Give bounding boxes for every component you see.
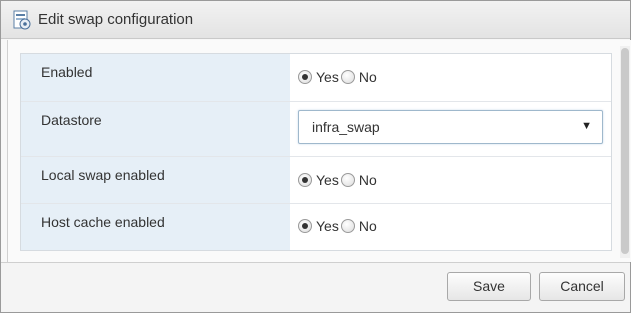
enabled-no-radio[interactable] <box>340 70 355 84</box>
host-cache-no-label[interactable]: No <box>359 218 377 234</box>
dropdown-arrow-icon[interactable]: ▼ <box>581 120 592 132</box>
form-row-datastore: Datastore infra_swap ▼ <box>21 102 611 157</box>
local-swap-yes-label[interactable]: Yes <box>316 172 339 188</box>
form-row-enabled: Enabled Yes No <box>21 54 611 102</box>
enabled-radio-group: Yes No <box>298 68 379 86</box>
swap-settings-form: Enabled Yes No Datastore infra_swap ▼ Lo… <box>20 53 612 251</box>
cancel-button[interactable]: Cancel <box>539 272 625 301</box>
dialog-body: Enabled Yes No Datastore infra_swap ▼ Lo… <box>7 40 631 262</box>
enabled-yes-label[interactable]: Yes <box>316 69 339 85</box>
enabled-yes-radio[interactable] <box>298 70 312 84</box>
edit-swap-dialog: Edit swap configuration Enabled Yes No D… <box>0 0 631 313</box>
local-swap-radio-group: Yes No <box>298 171 379 189</box>
field-label-host-cache: Host cache enabled <box>21 204 290 250</box>
host-cache-yes-radio[interactable] <box>298 219 312 233</box>
scrollbar-thumb[interactable] <box>621 48 629 254</box>
host-cache-no-radio[interactable] <box>340 219 355 233</box>
local-swap-no-radio[interactable] <box>340 173 355 187</box>
save-button[interactable]: Save <box>447 272 531 301</box>
local-swap-yes-radio[interactable] <box>298 173 312 187</box>
dialog-footer: Save Cancel <box>1 262 630 312</box>
field-label-local-swap: Local swap enabled <box>21 157 290 203</box>
host-cache-yes-label[interactable]: Yes <box>316 218 339 234</box>
enabled-no-label[interactable]: No <box>359 69 377 85</box>
form-row-local-swap: Local swap enabled Yes No <box>21 157 611 204</box>
datastore-select-value: infra_swap <box>312 119 380 135</box>
field-label-datastore: Datastore <box>21 102 290 156</box>
datastore-select[interactable]: infra_swap ▼ <box>298 110 603 144</box>
local-swap-no-label[interactable]: No <box>359 172 377 188</box>
field-label-enabled: Enabled <box>21 54 290 101</box>
host-cache-radio-group: Yes No <box>298 217 379 235</box>
form-row-host-cache: Host cache enabled Yes No <box>21 204 611 250</box>
swap-config-icon <box>13 10 31 30</box>
vertical-scrollbar[interactable] <box>620 46 630 258</box>
dialog-title: Edit swap configuration <box>38 11 194 28</box>
dialog-titlebar[interactable]: Edit swap configuration <box>1 1 630 39</box>
